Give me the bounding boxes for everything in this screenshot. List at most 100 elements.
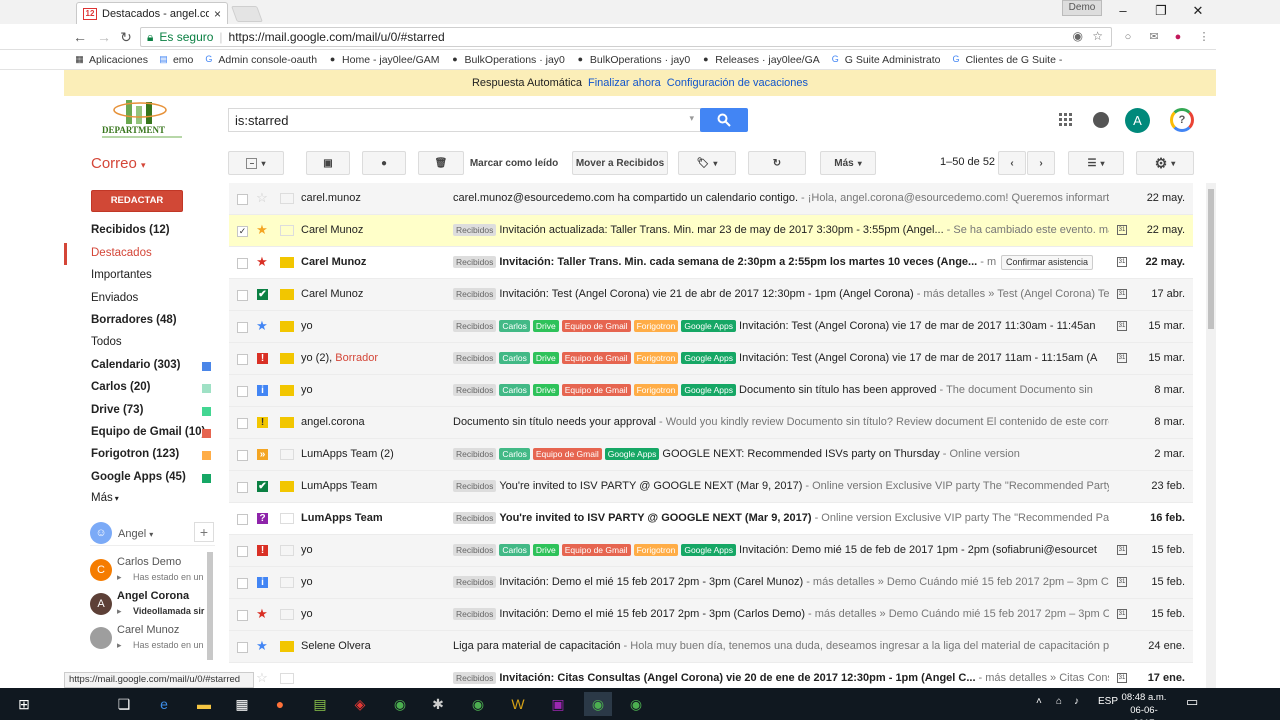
mail-row[interactable]: » LumApps Team (2) Recibidos Carlos Equipo d…	[229, 439, 1193, 471]
label-chip[interactable]: Drive	[532, 384, 559, 396]
label-chip[interactable]: Drive	[532, 320, 559, 332]
row-checkbox[interactable]: ✓	[237, 226, 248, 237]
move-inbox-button[interactable]: Mover a Recibidos	[572, 151, 668, 175]
star-blue-icon[interactable]: ★	[255, 638, 269, 654]
file-explorer-icon[interactable]: ▬	[190, 692, 218, 716]
select-checkbox-dropdown[interactable]: – ▾	[228, 151, 284, 175]
label-chip[interactable]: Google Apps	[604, 448, 660, 460]
label-chip[interactable]: Recibidos	[453, 288, 497, 300]
row-checkbox[interactable]	[237, 514, 248, 525]
mail-row[interactable]: ✔ LumApps Team Recibidos You're invited to …	[229, 471, 1193, 503]
row-checkbox[interactable]	[237, 386, 248, 397]
vacation-settings-link[interactable]: Configuración de vacaciones	[667, 77, 808, 89]
label-chip[interactable]: Carlos	[499, 320, 530, 332]
company-logo[interactable]: DEPARTMENT	[90, 96, 205, 143]
mail-row[interactable]: ✔ Carel Munoz Recibidos Invitación: Test (A…	[229, 279, 1193, 311]
sidebar-item-1[interactable]: Destacados	[91, 247, 152, 259]
mail-row[interactable]: ! angel.corona Documento sin título needs …	[229, 407, 1193, 439]
labels-button[interactable]: 🏷︎ ▾	[678, 151, 736, 175]
mail-row[interactable]: ? LumApps Team Recibidos You're invited to …	[229, 503, 1193, 535]
task-view-icon[interactable]: ❏	[110, 692, 138, 716]
label-chip[interactable]: Recibidos	[453, 576, 497, 588]
label-chip[interactable]: Equipo de Gmail	[532, 448, 602, 460]
app-icon[interactable]: ▤	[306, 692, 334, 716]
label-chip[interactable]: Recibidos	[453, 320, 497, 332]
label-chip[interactable]: Equipo de Gmail	[561, 320, 631, 332]
importance-marker-icon[interactable]	[280, 513, 294, 524]
label-chip[interactable]: Recibidos	[453, 224, 497, 236]
importance-marker-icon[interactable]	[280, 577, 294, 588]
app-icon[interactable]: W	[504, 692, 532, 716]
sidebar-item-0[interactable]: Recibidos (12)	[91, 224, 170, 236]
contact-name[interactable]: Carel Munoz	[117, 624, 179, 636]
volume-icon[interactable]: ♪	[1074, 696, 1079, 707]
row-checkbox[interactable]	[237, 258, 248, 269]
finish-now-link[interactable]: Finalizar ahora	[588, 77, 661, 89]
app-icon[interactable]: ✱	[424, 692, 452, 716]
label-chip[interactable]: Forigotron	[633, 384, 679, 396]
star-redbang-icon[interactable]: !	[257, 353, 268, 364]
importance-marker-icon[interactable]	[280, 481, 294, 492]
label-chip[interactable]: Recibidos	[453, 672, 497, 684]
refresh-button[interactable]: ↻	[748, 151, 806, 175]
bookmark-7[interactable]: G G Suite Administrato	[830, 54, 941, 66]
label-chip[interactable]: Carlos	[499, 384, 530, 396]
mail-row[interactable]: ★ yo Recibidos Carlos Drive Equipo de Gmail Fo…	[229, 311, 1193, 343]
contact-avatar[interactable]	[90, 627, 112, 649]
sidebar-item-4[interactable]: Borradores (48)	[91, 314, 177, 326]
label-chip[interactable]: Equipo de Gmail	[561, 384, 631, 396]
sidebar-item-10[interactable]: Forigotron (123)	[91, 448, 179, 460]
more-button[interactable]: Más ▾	[820, 151, 876, 175]
star-green-icon[interactable]: ✔	[257, 289, 268, 300]
compose-button[interactable]: REDACTAR	[91, 190, 183, 212]
sidebar-item-2[interactable]: Importantes	[91, 269, 152, 281]
chrome-active-icon[interactable]: ◉	[584, 692, 612, 716]
label-chip[interactable]: Carlos	[499, 544, 530, 556]
star-purple-icon[interactable]: ?	[257, 513, 268, 524]
importance-marker-icon[interactable]	[280, 609, 294, 620]
mail-extension-icon[interactable]: ✉	[1146, 29, 1162, 45]
importance-marker-icon[interactable]	[280, 353, 294, 364]
bookmark-2[interactable]: G Admin console-oauth	[203, 54, 317, 66]
star-info-icon[interactable]: i	[257, 577, 268, 588]
language-indicator[interactable]: ESP	[1098, 696, 1118, 707]
star-green-icon[interactable]: ✔	[257, 481, 268, 492]
sidebar-item-6[interactable]: Calendario (303)	[91, 359, 180, 371]
chrome-icon[interactable]: ◉	[464, 692, 492, 716]
sidebar-item-3[interactable]: Enviados	[91, 292, 138, 304]
extension-icon[interactable]: ○	[1120, 29, 1136, 45]
chrome-icon[interactable]: ◉	[622, 692, 650, 716]
menu-icon[interactable]: ⋮	[1196, 29, 1212, 45]
search-input[interactable]: is:starred ▾	[228, 108, 701, 132]
scrollbar-thumb[interactable]	[1208, 189, 1214, 329]
hangouts-user-name[interactable]: Angel ▾	[118, 528, 153, 540]
clock[interactable]: 08:48 a.m. 06-06-2017	[1120, 691, 1168, 720]
bookmark-6[interactable]: ● Releases · jay0lee/GA	[700, 54, 820, 66]
windows-start-icon[interactable]: ⊞	[10, 692, 38, 716]
star-orangeguillemet-icon[interactable]: »	[257, 449, 268, 460]
bookmark-5[interactable]: ● BulkOperations · jay0	[575, 54, 691, 66]
newer-button[interactable]: ‹	[998, 151, 1026, 175]
contact-name[interactable]: Angel Corona	[117, 590, 189, 602]
label-chip[interactable]: Drive	[532, 352, 559, 364]
add-contact-button[interactable]: +	[194, 522, 214, 542]
apps-grid-icon[interactable]	[1057, 111, 1075, 129]
hangouts-scrollbar[interactable]	[207, 552, 213, 660]
star-info-icon[interactable]: i	[257, 385, 268, 396]
user-avatar[interactable]: ☺	[90, 522, 112, 544]
star-yellowbang-icon[interactable]: !	[257, 417, 268, 428]
row-checkbox[interactable]	[237, 194, 248, 205]
mail-row[interactable]: ☆ Recibidos Invitación: Citas Consultas (A…	[229, 663, 1193, 688]
bookmark-3[interactable]: ● Home - jay0lee/GAM	[327, 54, 440, 66]
bookmark-1[interactable]: ▤ emo	[158, 54, 193, 66]
bookmark-8[interactable]: G Clientes de G Suite -	[950, 54, 1062, 66]
star-orange-icon[interactable]: ★	[255, 222, 269, 238]
tab-close-icon[interactable]: ×	[214, 7, 221, 21]
importance-marker-icon[interactable]	[280, 385, 294, 396]
label-chip[interactable]: Recibidos	[453, 384, 497, 396]
mail-row[interactable]: ★ Selene Olvera Liga para material de capa…	[229, 631, 1193, 663]
settings-button[interactable]: ⚙ ▾	[1136, 151, 1194, 175]
star-red-icon[interactable]: ★	[255, 606, 269, 622]
mark-read-button[interactable]: Marcar como leído	[468, 151, 560, 175]
row-checkbox[interactable]	[237, 354, 248, 365]
